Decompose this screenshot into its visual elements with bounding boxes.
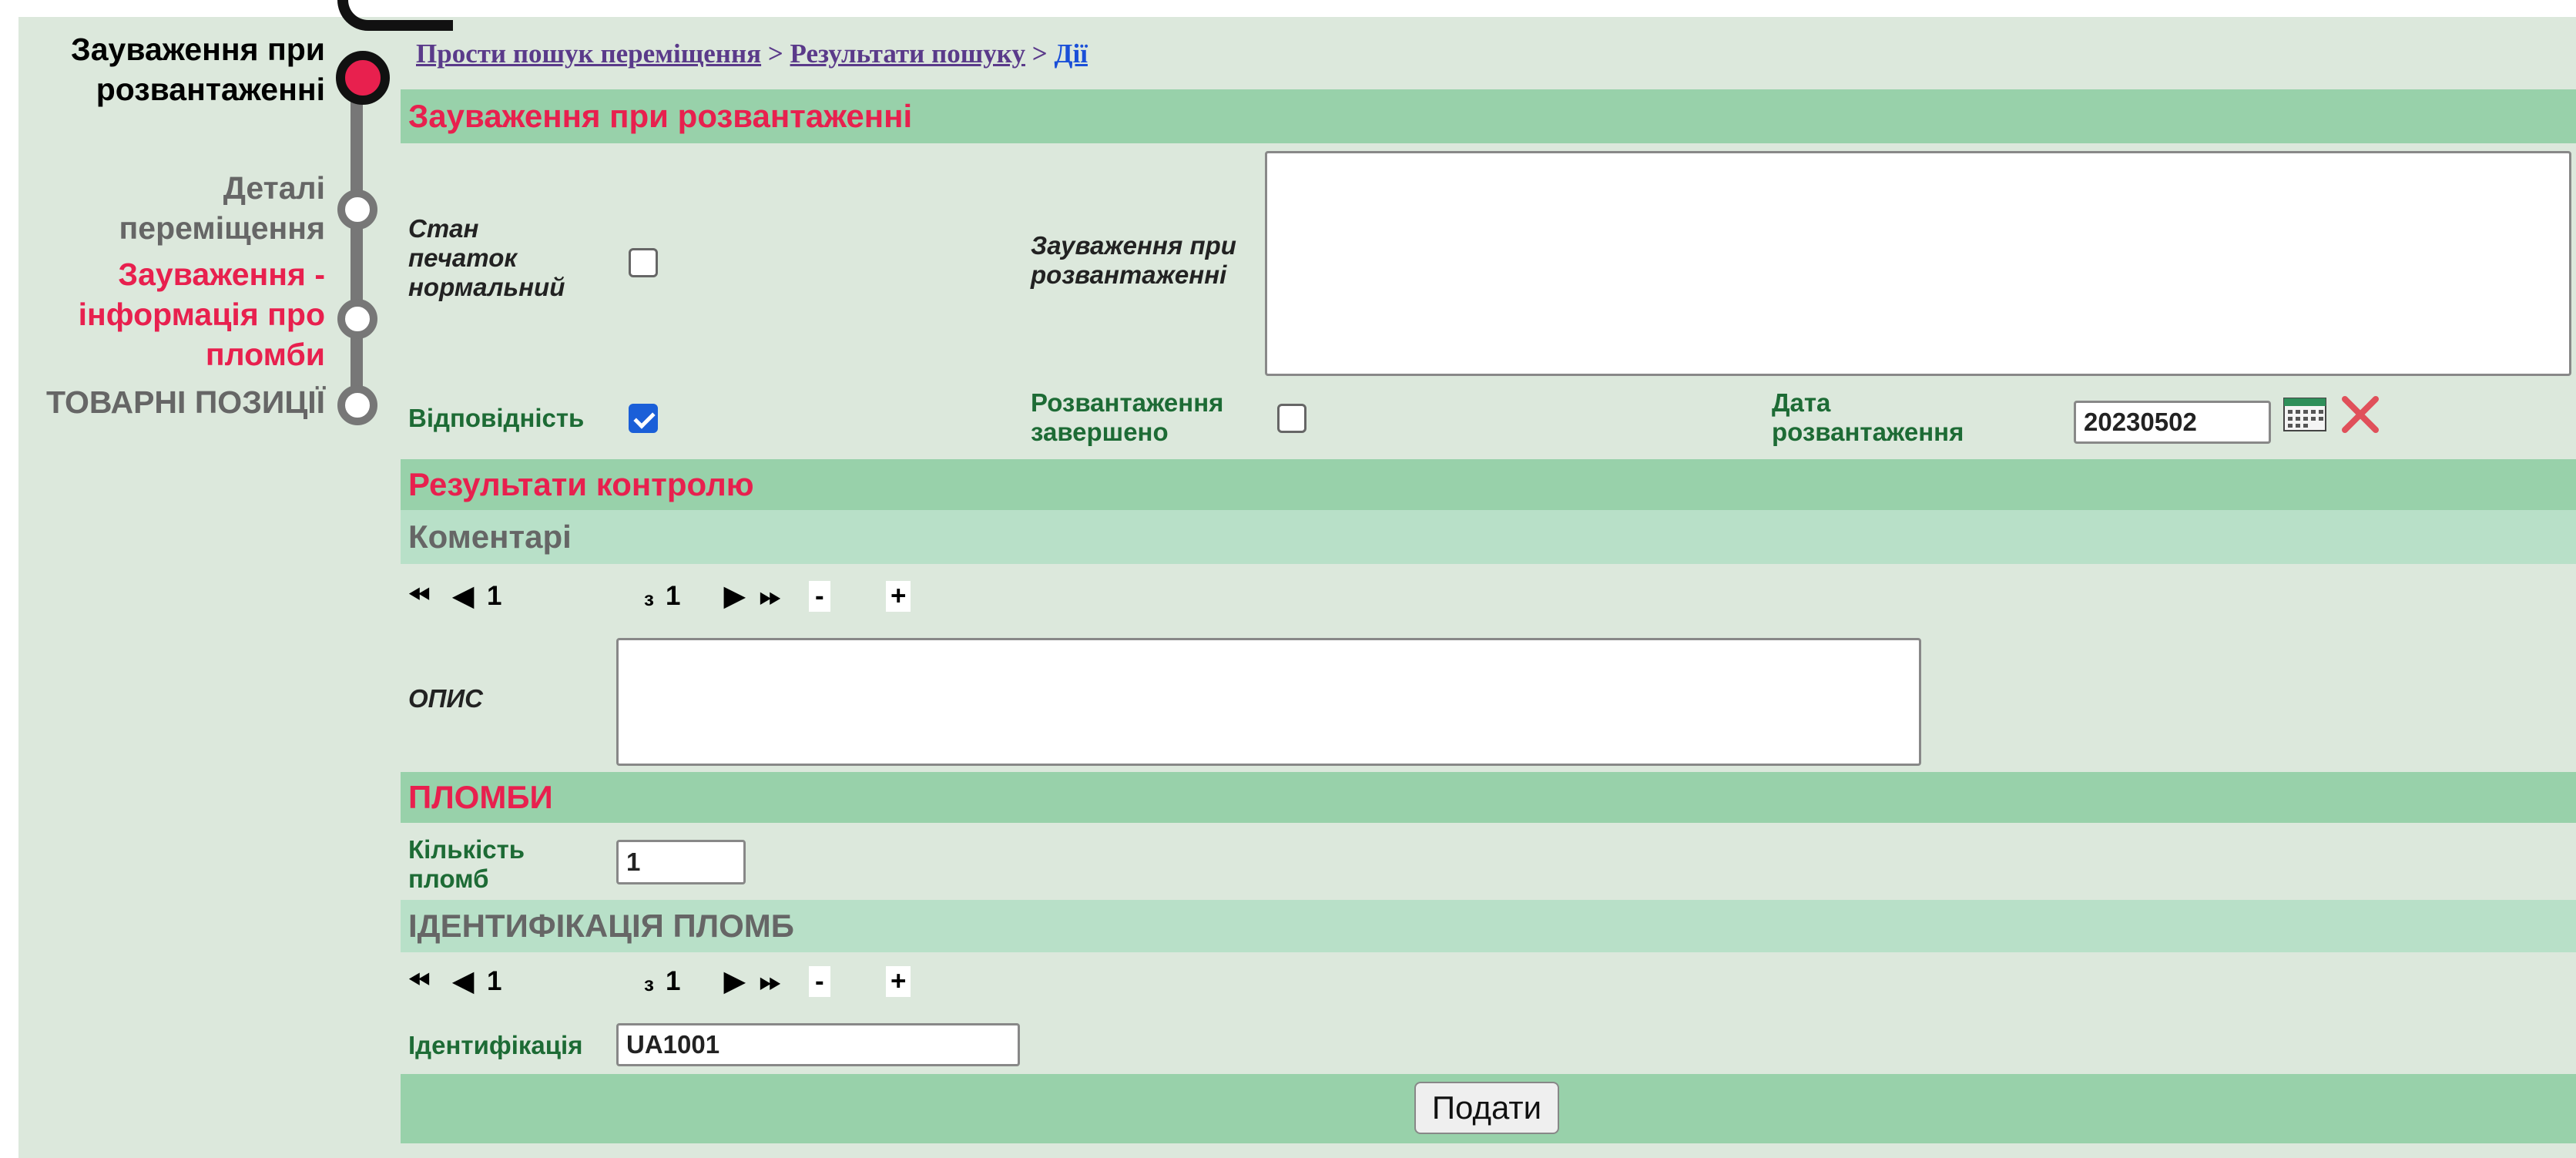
nav-label: переміщення bbox=[119, 210, 325, 246]
label-line: Розвантаження bbox=[1031, 388, 1224, 417]
unloading-completed-label: Розвантаження завершено bbox=[1031, 388, 1223, 447]
breadcrumb-actions[interactable]: Дії bbox=[1054, 39, 1088, 69]
next-page-icon[interactable]: ▶ bbox=[724, 581, 745, 612]
nav-label: інформація про bbox=[78, 297, 325, 332]
clear-date-icon[interactable] bbox=[2340, 394, 2380, 435]
seals-ok-label: Стан печаток нормальний bbox=[408, 214, 565, 302]
breadcrumb-search-results[interactable]: Результати пошуку bbox=[790, 39, 1025, 69]
nav-label: пломби bbox=[205, 337, 325, 372]
last-page-icon[interactable]: ⏩︎ bbox=[760, 581, 781, 612]
label-line: Стан bbox=[408, 214, 479, 243]
description-label: ОПИС bbox=[408, 684, 483, 713]
subsection-seal-identification: ІДЕНТИФІКАЦІЯ ПЛОМБ bbox=[401, 900, 2576, 952]
seal-count-label: Кількість пломб bbox=[408, 835, 525, 894]
nav-track bbox=[351, 62, 363, 408]
unloading-remarks-textarea[interactable] bbox=[1265, 151, 2571, 376]
nav-label: розвантаженні bbox=[96, 72, 325, 107]
pager-current: 1 bbox=[487, 581, 502, 611]
unloading-date-label: Дата розвантаження bbox=[1772, 388, 1964, 447]
seal-count-input[interactable] bbox=[616, 840, 746, 884]
submit-button[interactable]: Подати bbox=[1414, 1082, 1559, 1134]
nav-step-icon bbox=[337, 385, 377, 425]
breadcrumb-separator: > bbox=[1025, 39, 1055, 69]
label-line: Кількість bbox=[408, 835, 525, 864]
section-control-results: Результати контролю bbox=[401, 459, 2576, 510]
submit-bar: Подати bbox=[401, 1074, 2576, 1143]
nav-label: Зауваження - bbox=[118, 257, 325, 292]
unloading-completed-checkbox[interactable] bbox=[1277, 404, 1306, 433]
nav-step-icon bbox=[337, 190, 377, 230]
nav-step-icon bbox=[337, 299, 377, 339]
section-unloading-remarks: Зауваження при розвантаженні bbox=[401, 89, 2576, 143]
section-seals: ПЛОМБИ bbox=[401, 772, 2576, 823]
unloading-date-input[interactable] bbox=[2074, 401, 2271, 444]
nav-step-active-icon bbox=[336, 51, 390, 105]
pager-current: 1 bbox=[487, 966, 502, 996]
label-line: Дата bbox=[1772, 388, 1831, 417]
label-line: печаток bbox=[408, 243, 518, 272]
seal-identification-input[interactable] bbox=[616, 1023, 1020, 1066]
nav-label: ТОВАРНІ ПОЗИЦІЇ bbox=[46, 384, 325, 420]
calendar-icon[interactable] bbox=[2283, 398, 2326, 431]
pager-of: з bbox=[644, 587, 654, 610]
first-page-icon[interactable]: ⏪︎ bbox=[408, 966, 430, 997]
breadcrumb-separator: > bbox=[761, 39, 790, 69]
remove-row-button[interactable]: - bbox=[809, 581, 830, 612]
remove-row-button[interactable]: - bbox=[809, 966, 830, 997]
subsection-comments: Коментарі bbox=[401, 510, 2576, 564]
nav-label: Зауваження при bbox=[71, 32, 325, 67]
prev-page-icon[interactable]: ◀ bbox=[453, 966, 474, 997]
nav-item-movement-details[interactable]: Деталі переміщення bbox=[119, 168, 325, 248]
pager-of: з bbox=[644, 972, 654, 995]
prev-page-icon[interactable]: ◀ bbox=[453, 581, 474, 612]
description-textarea[interactable] bbox=[616, 638, 1921, 766]
pager-total: 1 bbox=[666, 581, 681, 611]
conformity-label: Відповідність bbox=[408, 404, 585, 432]
add-row-button[interactable]: + bbox=[886, 966, 911, 997]
nav-track-top bbox=[337, 0, 453, 31]
add-row-button[interactable]: + bbox=[886, 581, 911, 612]
nav-item-unloading-remarks[interactable]: Зауваження при розвантаженні bbox=[71, 29, 325, 109]
label-line: розвантаженні bbox=[1031, 260, 1227, 289]
label-line: нормальний bbox=[408, 273, 565, 301]
breadcrumb: Прости пошук переміщення > Результати по… bbox=[416, 39, 1088, 69]
pager-total: 1 bbox=[666, 966, 681, 996]
remarks-label: Зауваження при розвантаженні bbox=[1031, 231, 1236, 290]
label-line: розвантаження bbox=[1772, 418, 1964, 446]
nav-item-goods-items[interactable]: ТОВАРНІ ПОЗИЦІЇ bbox=[46, 382, 325, 422]
first-page-icon[interactable]: ⏪︎ bbox=[408, 581, 430, 612]
breadcrumb-simple-search[interactable]: Прости пошук переміщення bbox=[416, 39, 761, 69]
label-line: пломб bbox=[408, 864, 489, 893]
label-line: завершено bbox=[1031, 418, 1169, 446]
conformity-checkbox[interactable] bbox=[629, 404, 658, 433]
seal-identification-label: Ідентифікація bbox=[408, 1031, 583, 1059]
nav-item-seal-remarks[interactable]: Зауваження - інформація про пломби bbox=[79, 254, 325, 374]
next-page-icon[interactable]: ▶ bbox=[724, 966, 745, 997]
last-page-icon[interactable]: ⏩︎ bbox=[760, 966, 781, 997]
nav-label: Деталі bbox=[223, 170, 325, 206]
seals-ok-checkbox[interactable] bbox=[629, 248, 658, 277]
label-line: Зауваження при bbox=[1031, 231, 1236, 260]
